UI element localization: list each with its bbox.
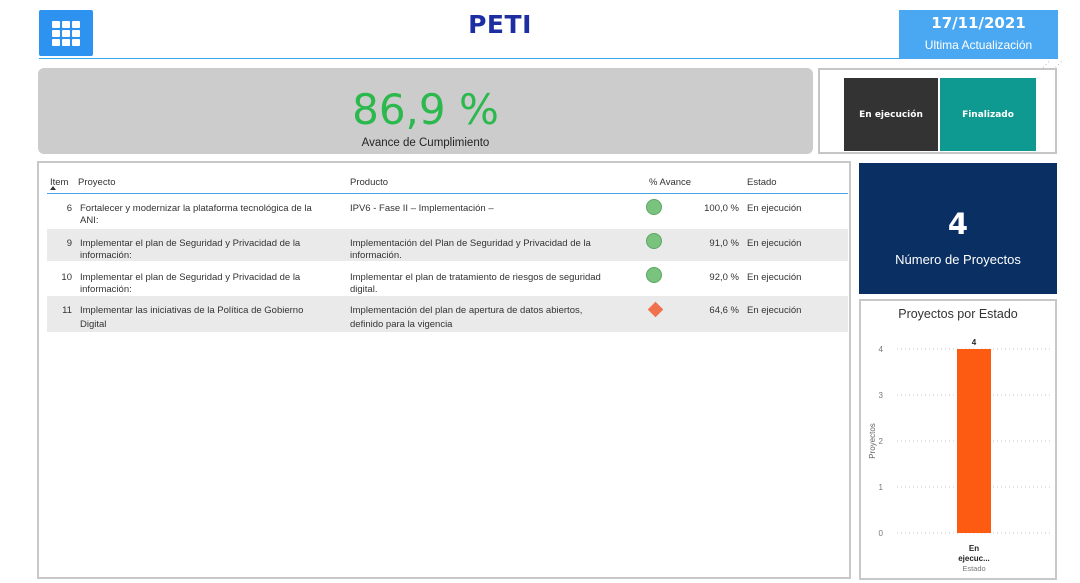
cell-producto: información. xyxy=(350,250,402,261)
y-axis-title: Proyectos xyxy=(868,423,877,459)
cell-item: 6 xyxy=(66,203,72,214)
grid-icon xyxy=(72,39,80,46)
cell-estado: En ejecución xyxy=(747,272,802,283)
cell-producto: Implementación del plan de apertura de d… xyxy=(350,305,583,316)
cell-proyecto: Implementar el plan de Seguridad y Priva… xyxy=(80,272,301,283)
x-tick-label: ejecuc... xyxy=(958,554,990,563)
page-title: PETI xyxy=(468,10,532,39)
cell-producto: Implementación del Plan de Seguridad y P… xyxy=(350,238,591,249)
cell-avance: 64,6 % xyxy=(709,305,739,316)
x-axis-title: Estado xyxy=(962,564,985,573)
slicer-option-en-ejecucion[interactable]: En ejecución xyxy=(844,78,938,151)
cell-proyecto: ANI: xyxy=(80,215,99,226)
cell-proyecto: Implementar el plan de Seguridad y Priva… xyxy=(80,238,301,249)
cell-item: 10 xyxy=(61,272,72,283)
column-header-estado[interactable]: Estado xyxy=(747,177,777,189)
status-green-circle-icon xyxy=(646,233,662,249)
sort-ascending-icon[interactable] xyxy=(50,186,56,190)
kpi-card: 86,9 % Avance de Cumplimiento xyxy=(38,68,813,154)
estado-slicer: En ejecución Finalizado xyxy=(818,68,1057,154)
data-label: 4 xyxy=(972,338,977,347)
slicer-option-finalizado[interactable]: Finalizado xyxy=(940,78,1036,151)
last-update-label: Ultima Actualización xyxy=(924,38,1033,52)
project-count-label: Número de Proyectos xyxy=(895,252,1021,267)
cell-producto: IPV6 - Fase II – Implementación – xyxy=(350,203,494,214)
projects-by-status-chart: Proyectos por Estado 0 1 2 3 4 Proyectos 4 En ej… xyxy=(859,299,1057,580)
cell-producto: Implementar el plan de tratamiento de ri… xyxy=(350,272,601,283)
grid-icon xyxy=(52,39,60,46)
chart-plot: 0 1 2 3 4 Proyectos 4 Enejecuc...Estado xyxy=(868,338,1051,573)
projects-table: Item Proyecto Producto % Avance Estado 6… xyxy=(37,161,851,579)
status-green-circle-icon xyxy=(646,267,662,283)
kpi-label: Avance de Cumplimiento xyxy=(361,137,490,149)
project-count-value: 4 xyxy=(947,207,969,241)
cell-avance: 91,0 % xyxy=(709,238,739,249)
cell-item: 9 xyxy=(66,238,72,249)
header-rule xyxy=(47,193,848,194)
cell-avance: 100,0 % xyxy=(704,203,739,214)
column-header-producto[interactable]: Producto xyxy=(350,177,388,189)
header-divider xyxy=(39,58,899,59)
cell-proyecto: Fortalecer y modernizar la plataforma te… xyxy=(80,203,312,214)
y-tick-label: 0 xyxy=(879,529,884,538)
grid-icon xyxy=(62,39,70,46)
y-tick-label: 3 xyxy=(879,391,884,400)
cell-proyecto: Digital xyxy=(80,319,107,330)
y-tick-label: 4 xyxy=(879,345,884,354)
column-header-proyecto[interactable]: Proyecto xyxy=(78,177,116,189)
y-tick-label: 2 xyxy=(879,437,884,446)
cell-producto: definido para la vigencia xyxy=(350,319,453,330)
cell-estado: En ejecución xyxy=(747,238,802,249)
cell-producto: digital. xyxy=(350,284,378,295)
column-header-avance[interactable]: % Avance xyxy=(649,177,691,189)
cell-item: 11 xyxy=(62,305,72,316)
cell-proyecto: información: xyxy=(80,250,132,261)
cell-proyecto: Implementar las iniciativas de la Políti… xyxy=(80,305,304,316)
x-tick-label: En xyxy=(969,544,979,553)
cell-estado: En ejecución xyxy=(747,305,802,316)
cell-proyecto: información: xyxy=(80,284,132,295)
last-update-date: 17/11/2021 xyxy=(931,14,1026,32)
kpi-value: 86,9 % xyxy=(352,85,499,134)
last-update-box: 17/11/2021 Ultima Actualización xyxy=(899,10,1058,59)
project-count-card: 4 Número de Proyectos xyxy=(859,163,1057,294)
cell-avance: 92,0 % xyxy=(709,272,739,283)
status-green-circle-icon xyxy=(646,199,662,215)
cell-estado: En ejecución xyxy=(747,203,802,214)
bar xyxy=(957,349,991,533)
y-tick-label: 1 xyxy=(879,483,884,492)
